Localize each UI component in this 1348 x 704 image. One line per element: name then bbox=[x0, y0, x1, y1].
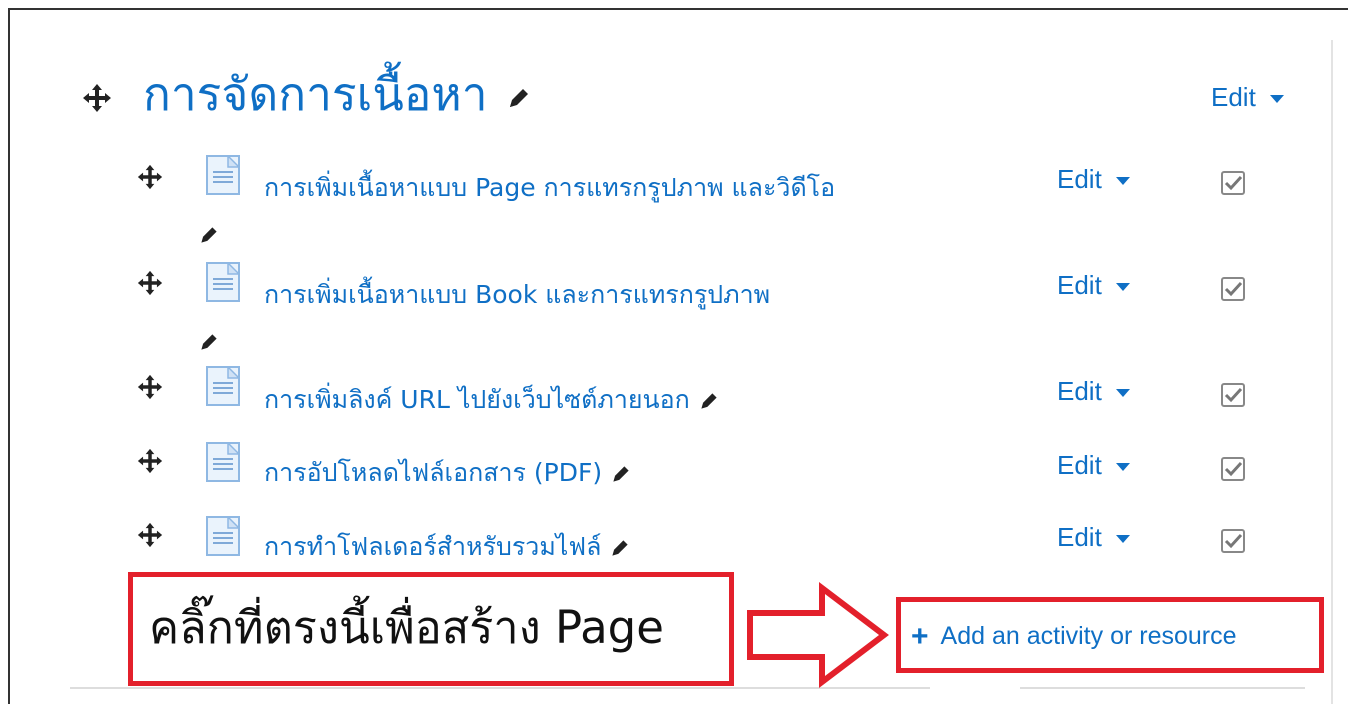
section-title-text[interactable]: การจัดการเนื้อหา bbox=[143, 67, 488, 121]
activity-move-icon[interactable] bbox=[137, 164, 163, 190]
section-move-icon[interactable] bbox=[82, 83, 112, 113]
chevron-down-icon bbox=[1269, 95, 1284, 104]
activity-edit-label[interactable]: Edit bbox=[1057, 522, 1102, 552]
checkbox-icon[interactable] bbox=[1220, 382, 1246, 408]
add-activity-label[interactable]: Add an activity or resource bbox=[941, 622, 1237, 650]
activity-move-icon[interactable] bbox=[137, 522, 163, 548]
activity-edit-menu[interactable]: Edit bbox=[1057, 450, 1130, 481]
activity-edit-label[interactable]: Edit bbox=[1057, 270, 1102, 300]
arrow-right-icon bbox=[747, 581, 889, 689]
pencil-icon[interactable] bbox=[506, 85, 532, 111]
checkbox-icon[interactable] bbox=[1220, 276, 1246, 302]
activity-label[interactable]: การอัปโหลดไฟล์เอกสาร (PDF) bbox=[264, 458, 602, 487]
chevron-down-icon bbox=[1115, 463, 1130, 472]
activity-move-icon[interactable] bbox=[137, 374, 163, 400]
annotation-text: คลิ๊กที่ตรงนี้เพื่อสร้าง Page bbox=[149, 601, 664, 654]
activity-move-icon[interactable] bbox=[137, 448, 163, 474]
activity-edit-menu[interactable]: Edit bbox=[1057, 164, 1130, 195]
activity-move-icon[interactable] bbox=[137, 270, 163, 296]
activity-label[interactable]: การเพิ่มเนื้อหาแบบ Book และการแทรกรูปภาพ bbox=[264, 280, 770, 309]
pencil-icon[interactable] bbox=[610, 463, 632, 485]
add-activity-button[interactable]: + Add an activity or resource bbox=[911, 620, 1237, 654]
section-edit-label[interactable]: Edit bbox=[1211, 82, 1256, 112]
activity-label[interactable]: การทำโฟลเดอร์สำหรับรวมไฟล์ bbox=[264, 532, 601, 561]
activity-edit-label[interactable]: Edit bbox=[1057, 164, 1102, 194]
chevron-down-icon bbox=[1115, 535, 1130, 544]
right-divider bbox=[1331, 40, 1333, 704]
section-divider bbox=[1020, 687, 1305, 689]
plus-icon: + bbox=[911, 620, 929, 653]
activity-link[interactable]: การทำโฟลเดอร์สำหรับรวมไฟล์ bbox=[198, 524, 798, 570]
section-edit-menu[interactable]: Edit bbox=[1211, 82, 1284, 113]
chevron-down-icon bbox=[1115, 389, 1130, 398]
activity-link[interactable]: การอัปโหลดไฟล์เอกสาร (PDF) bbox=[198, 450, 798, 496]
activity-link[interactable]: การเพิ่มลิงค์ URL ไปยังเว็บไซต์ภายนอก bbox=[198, 377, 898, 423]
section-title[interactable]: การจัดการเนื้อหา bbox=[143, 64, 532, 124]
pencil-icon[interactable] bbox=[198, 331, 220, 353]
chevron-down-icon bbox=[1115, 283, 1130, 292]
activity-edit-label[interactable]: Edit bbox=[1057, 376, 1102, 406]
activity-edit-menu[interactable]: Edit bbox=[1057, 270, 1130, 301]
pencil-icon[interactable] bbox=[198, 224, 220, 246]
activity-label[interactable]: การเพิ่มเนื้อหาแบบ Page การแทรกรูปภาพ แล… bbox=[264, 173, 835, 202]
checkbox-icon[interactable] bbox=[1220, 170, 1246, 196]
activity-link[interactable]: การเพิ่มเนื้อหาแบบ Book และการแทรกรูปภาพ bbox=[198, 272, 858, 364]
chevron-down-icon bbox=[1115, 177, 1130, 186]
activity-edit-label[interactable]: Edit bbox=[1057, 450, 1102, 480]
checkbox-icon[interactable] bbox=[1220, 456, 1246, 482]
activity-link[interactable]: การเพิ่มเนื้อหาแบบ Page การแทรกรูปภาพ แล… bbox=[198, 165, 838, 257]
pencil-icon[interactable] bbox=[609, 537, 631, 559]
pencil-icon[interactable] bbox=[698, 390, 720, 412]
activity-edit-menu[interactable]: Edit bbox=[1057, 522, 1130, 553]
add-activity-highlight: + Add an activity or resource bbox=[896, 597, 1324, 673]
activity-label[interactable]: การเพิ่มลิงค์ URL ไปยังเว็บไซต์ภายนอก bbox=[264, 385, 690, 414]
checkbox-icon[interactable] bbox=[1220, 528, 1246, 554]
activity-edit-menu[interactable]: Edit bbox=[1057, 376, 1130, 407]
annotation-box: คลิ๊กที่ตรงนี้เพื่อสร้าง Page bbox=[128, 572, 734, 686]
